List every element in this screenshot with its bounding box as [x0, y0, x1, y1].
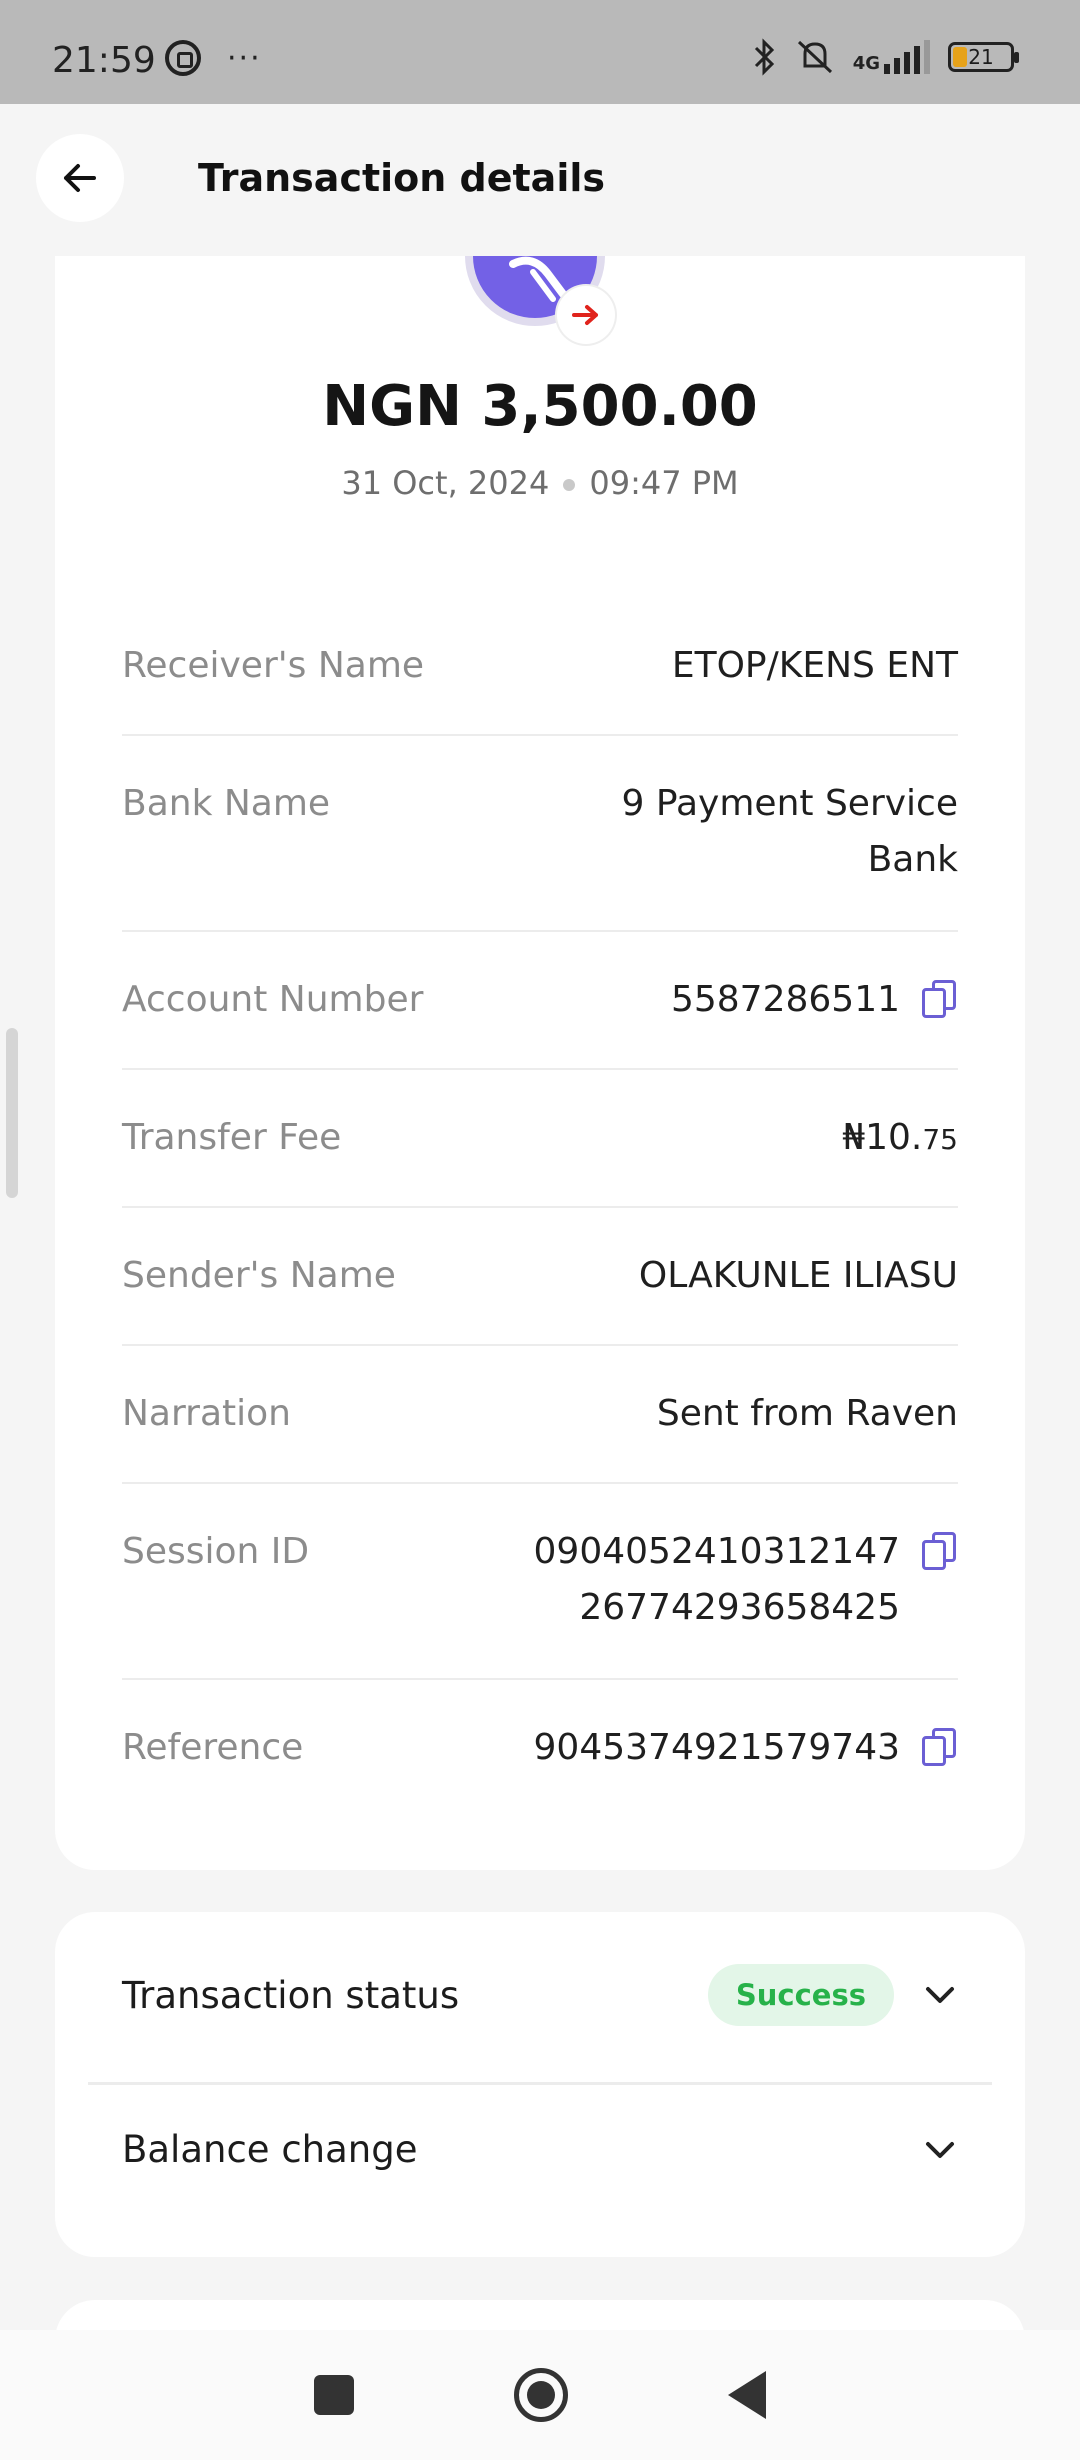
copy-icon[interactable] [922, 980, 958, 1020]
detail-row-account: Account Number 5587286511 [122, 932, 958, 1070]
detail-value: 5587286511 [670, 979, 900, 1020]
detail-row-narration: Narration Sent from Raven [122, 1346, 958, 1484]
detail-value: OLAKUNLE ILIASU [638, 1255, 958, 1296]
balance-change-row[interactable]: Balance change [122, 2128, 958, 2171]
battery-level: 21 [968, 45, 994, 69]
detail-label: Reference [122, 1727, 304, 1768]
page-title: Transaction details [198, 156, 605, 200]
home-icon[interactable] [514, 2368, 568, 2422]
whatsapp-icon [165, 40, 201, 76]
system-nav-bar [0, 2330, 1080, 2460]
status-time: 21:59 [52, 40, 156, 81]
transaction-datetime: 31 Oct, 2024 09:47 PM [55, 464, 1025, 502]
detail-row-reference: Reference 9045374921579743 [122, 1680, 958, 1818]
signal-icon [884, 40, 930, 74]
mute-icon [797, 40, 832, 74]
balance-change-label: Balance change [122, 2128, 418, 2171]
arrow-left-icon [64, 164, 96, 192]
detail-row-fee: Transfer Fee ₦10.75 [122, 1070, 958, 1208]
transaction-amount: NGN 3,500.00 [322, 374, 758, 439]
detail-value: Sent from Raven [656, 1393, 958, 1434]
detail-value: 0904052410312147 [533, 1531, 900, 1572]
copy-icon[interactable] [922, 1728, 958, 1768]
detail-value-line2: Bank [867, 839, 958, 880]
back-button[interactable] [36, 134, 124, 222]
more-notifications-icon: ··· [227, 40, 262, 76]
detail-label: Account Number [122, 979, 424, 1020]
status-bar: 21:59 ··· 4G 21 [0, 0, 1080, 104]
battery-icon: 21 [948, 42, 1019, 72]
app-header: Transaction details [0, 104, 1080, 256]
transaction-time: 09:47 PM [589, 464, 739, 502]
detail-value-kobo: 75 [922, 1123, 958, 1156]
outgoing-badge [557, 286, 615, 344]
transaction-status-row[interactable]: Transaction status Success [122, 1964, 958, 2026]
bluetooth-icon [754, 38, 774, 76]
divider [88, 2082, 992, 2085]
copy-icon[interactable] [922, 1532, 958, 1572]
detail-label: Receiver's Name [122, 645, 425, 686]
recents-icon[interactable] [314, 2375, 354, 2415]
status-badge: Success [707, 1964, 894, 2026]
detail-value: ETOP/KENS ENT [671, 645, 958, 686]
arrow-right-icon [572, 305, 598, 325]
detail-value: 9045374921579743 [533, 1727, 900, 1768]
detail-value: 9 Payment Service [621, 783, 958, 824]
detail-value-line2: 26774293658425 [579, 1587, 900, 1628]
detail-label: Sender's Name [122, 1255, 396, 1296]
detail-row-session: Session ID 0904052410312147 2677429365842… [122, 1484, 958, 1680]
transaction-summary-card: NGN 3,500.00 31 Oct, 2024 09:47 PM Receiv… [55, 256, 1025, 1870]
detail-row-bank: Bank Name 9 Payment Service Bank [122, 736, 958, 932]
network-type: 4G [852, 53, 880, 74]
detail-label: Bank Name [122, 783, 331, 824]
detail-row-receiver: Receiver's Name ETOP/KENS ENT [122, 598, 958, 736]
details-list: Receiver's Name ETOP/KENS ENT Bank Name … [122, 598, 958, 1818]
status-card: Transaction status Success Balance chang… [55, 1912, 1025, 2257]
chevron-down-icon[interactable] [922, 2132, 958, 2168]
chevron-down-icon[interactable] [922, 1977, 958, 2013]
scroll-indicator[interactable] [6, 1028, 18, 1198]
back-triangle-icon[interactable] [728, 2371, 766, 2419]
transaction-date: 31 Oct, 2024 [341, 464, 550, 502]
detail-label: Transfer Fee [122, 1117, 342, 1158]
detail-label: Session ID [122, 1531, 310, 1572]
transaction-status-label: Transaction status [122, 1973, 460, 2017]
detail-value: ₦10. [842, 1117, 923, 1158]
detail-row-sender: Sender's Name OLAKUNLE ILIASU [122, 1208, 958, 1346]
separator-dot [563, 479, 576, 491]
detail-label: Narration [122, 1393, 291, 1434]
